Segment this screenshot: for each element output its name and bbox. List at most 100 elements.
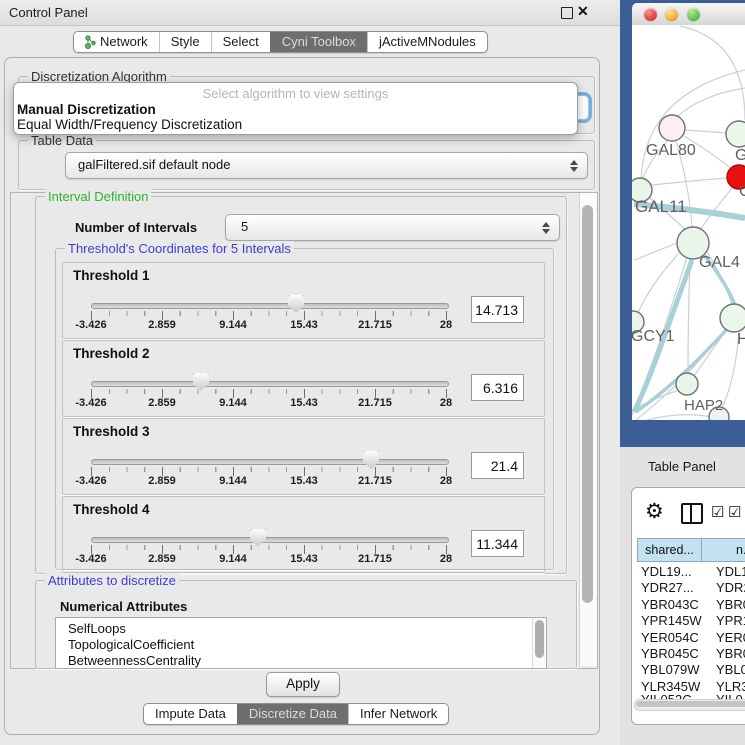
tick-label: 21.715 [358,397,392,409]
tick-label: 2.859 [148,319,176,331]
threshold-1-slider-track[interactable] [91,303,449,309]
table-cell[interactable]: YBL0... [716,662,745,677]
node-hap2[interactable] [676,373,698,395]
table-data-combobox[interactable]: galFiltered.sif default node [65,152,588,179]
table-cell[interactable]: YDL1... [716,564,745,579]
threshold-1-value-field[interactable]: 14.713 [471,296,524,323]
threshold-2-value-field[interactable]: 6.316 [471,374,524,401]
attributes-group-title: Attributes to discretize [45,573,179,588]
tab-select[interactable]: Select [211,32,270,52]
tick-label: 21.715 [358,319,392,331]
table-hscrollbar-track[interactable] [634,699,745,711]
list-item[interactable]: TopologicalCoefficient [68,637,194,652]
network-view-window: GAL80 GA C GAL11 GAL4 GCY1 H HAP2 [620,0,745,447]
tick-label: -3.426 [75,475,106,487]
tick-label: 28 [440,553,452,565]
algorithm-option-equal-width[interactable]: Equal Width/Frequency Discretization [17,117,242,132]
tick-label: -3.426 [75,397,106,409]
checkbox-icon[interactable]: ☑ [711,503,724,521]
tick-label: 28 [440,475,452,487]
table-cell[interactable]: YDR27... [641,580,694,595]
threshold-1-label: Threshold 1 [73,268,150,283]
tab-jactivemnodules[interactable]: jActiveMNodules [367,32,487,52]
list-scrollbar-thumb[interactable] [535,620,544,658]
control-panel-titlebar: Control Panel ✕ [0,0,620,26]
zoom-traffic-light[interactable] [687,8,700,21]
slider-major-ticks [91,389,448,398]
tab-discretize-data[interactable]: Discretize Data [237,704,348,724]
table-cell[interactable]: YBL079W [641,662,700,677]
network-window-titlebar [632,3,745,26]
algorithm-option-manual[interactable]: Manual Discretization [17,102,156,117]
threshold-4-panel: Threshold 4 -3.426 2.859 9.144 15.43 21.… [62,496,545,573]
threshold-coordinates-title: Threshold's Coordinates for 5 Intervals [65,241,294,256]
tab-network[interactable]: Network [74,32,159,52]
table-cell[interactable]: YIL052C [641,692,692,699]
table-cell[interactable]: YPR145W [641,613,702,628]
slider-major-ticks [91,545,448,554]
node-ga-partial[interactable] [726,121,745,147]
table-cell[interactable]: YBR045C [641,646,699,661]
node-gal80[interactable] [659,115,685,141]
settings-gear-icon[interactable]: ⚙ [645,499,664,524]
combo-stepper-icon [570,160,578,172]
node-label-c: C [739,183,745,201]
tick-label: 15.43 [290,475,318,487]
threshold-3-label: Threshold 3 [73,424,150,439]
tick-label: 21.715 [358,475,392,487]
settings-scrollbar-thumb[interactable] [582,205,593,603]
threshold-2-slider-track[interactable] [91,381,449,387]
tick-label: -3.426 [75,553,106,565]
close-traffic-light[interactable] [644,8,657,21]
threshold-3-slider-track[interactable] [91,459,449,465]
tab-infer-network[interactable]: Infer Network [348,704,448,724]
tick-label: 28 [440,319,452,331]
table-hscrollbar-thumb[interactable] [636,701,745,707]
list-scrollbar-track[interactable] [532,618,546,668]
table-data-group-title: Table Data [28,133,96,148]
threshold-3-panel: Threshold 3 -3.426 2.859 9.144 15.43 21.… [62,418,545,495]
list-item[interactable]: SelfLoops [68,621,126,636]
list-item[interactable]: BetweennessCentrality [68,653,201,668]
table-cell[interactable]: YDR2... [716,580,745,595]
node-h-partial[interactable] [720,304,745,332]
tick-label: 15.43 [290,397,318,409]
tick-label: -3.426 [75,319,106,331]
table-cell[interactable]: YPR1... [716,613,745,628]
threshold-2-panel: Threshold 2 -3.426 2.859 9.144 15.43 21.… [62,340,545,417]
checkbox-icon[interactable]: ☑ [728,503,741,521]
tab-cyni-toolbox[interactable]: Cyni Toolbox [270,32,367,52]
table-cell[interactable]: YBR0... [716,646,745,661]
threshold-4-slider-track[interactable] [91,537,449,543]
table-cell[interactable]: YIL0... [716,692,745,699]
bottom-tab-bar: Impute Data Discretize Data Infer Networ… [143,703,449,725]
network-canvas[interactable]: GAL80 GA C GAL11 GAL4 GCY1 H HAP2 [632,25,745,420]
tick-label: 2.859 [148,397,176,409]
threshold-3-value-field[interactable]: 21.4 [471,452,524,479]
tick-label: 15.43 [290,553,318,565]
float-window-icon[interactable] [561,7,573,19]
threshold-4-label: Threshold 4 [73,502,150,517]
number-of-intervals-value: 5 [241,215,248,239]
threshold-4-value-field[interactable]: 11.344 [471,530,524,557]
number-of-intervals-label: Number of Intervals [75,220,197,235]
column-header-shared[interactable]: shared... [637,538,702,562]
threshold-1-panel: Threshold 1 -3.426 2.859 9.144 15.43 21.… [62,262,545,339]
apply-button[interactable]: Apply [266,672,340,697]
node-label-gal4: GAL4 [699,254,740,272]
node-label-ga: GA [735,147,745,165]
close-icon[interactable]: ✕ [577,3,589,20]
tick-label: 15.43 [290,319,318,331]
table-cell[interactable]: YDL19... [641,564,692,579]
column-header-name[interactable]: n... [701,538,745,562]
table-cell[interactable]: YBR043C [641,597,699,612]
table-cell[interactable]: YBR0... [716,597,745,612]
number-of-intervals-combobox[interactable]: 5 [225,214,560,241]
columns-icon[interactable] [681,503,703,524]
minimize-traffic-light[interactable] [665,8,678,21]
tab-style[interactable]: Style [159,32,211,52]
table-cell[interactable]: YER0... [716,630,745,645]
tab-impute-data[interactable]: Impute Data [144,704,237,724]
network-graph [632,25,745,420]
table-cell[interactable]: YER054C [641,630,699,645]
